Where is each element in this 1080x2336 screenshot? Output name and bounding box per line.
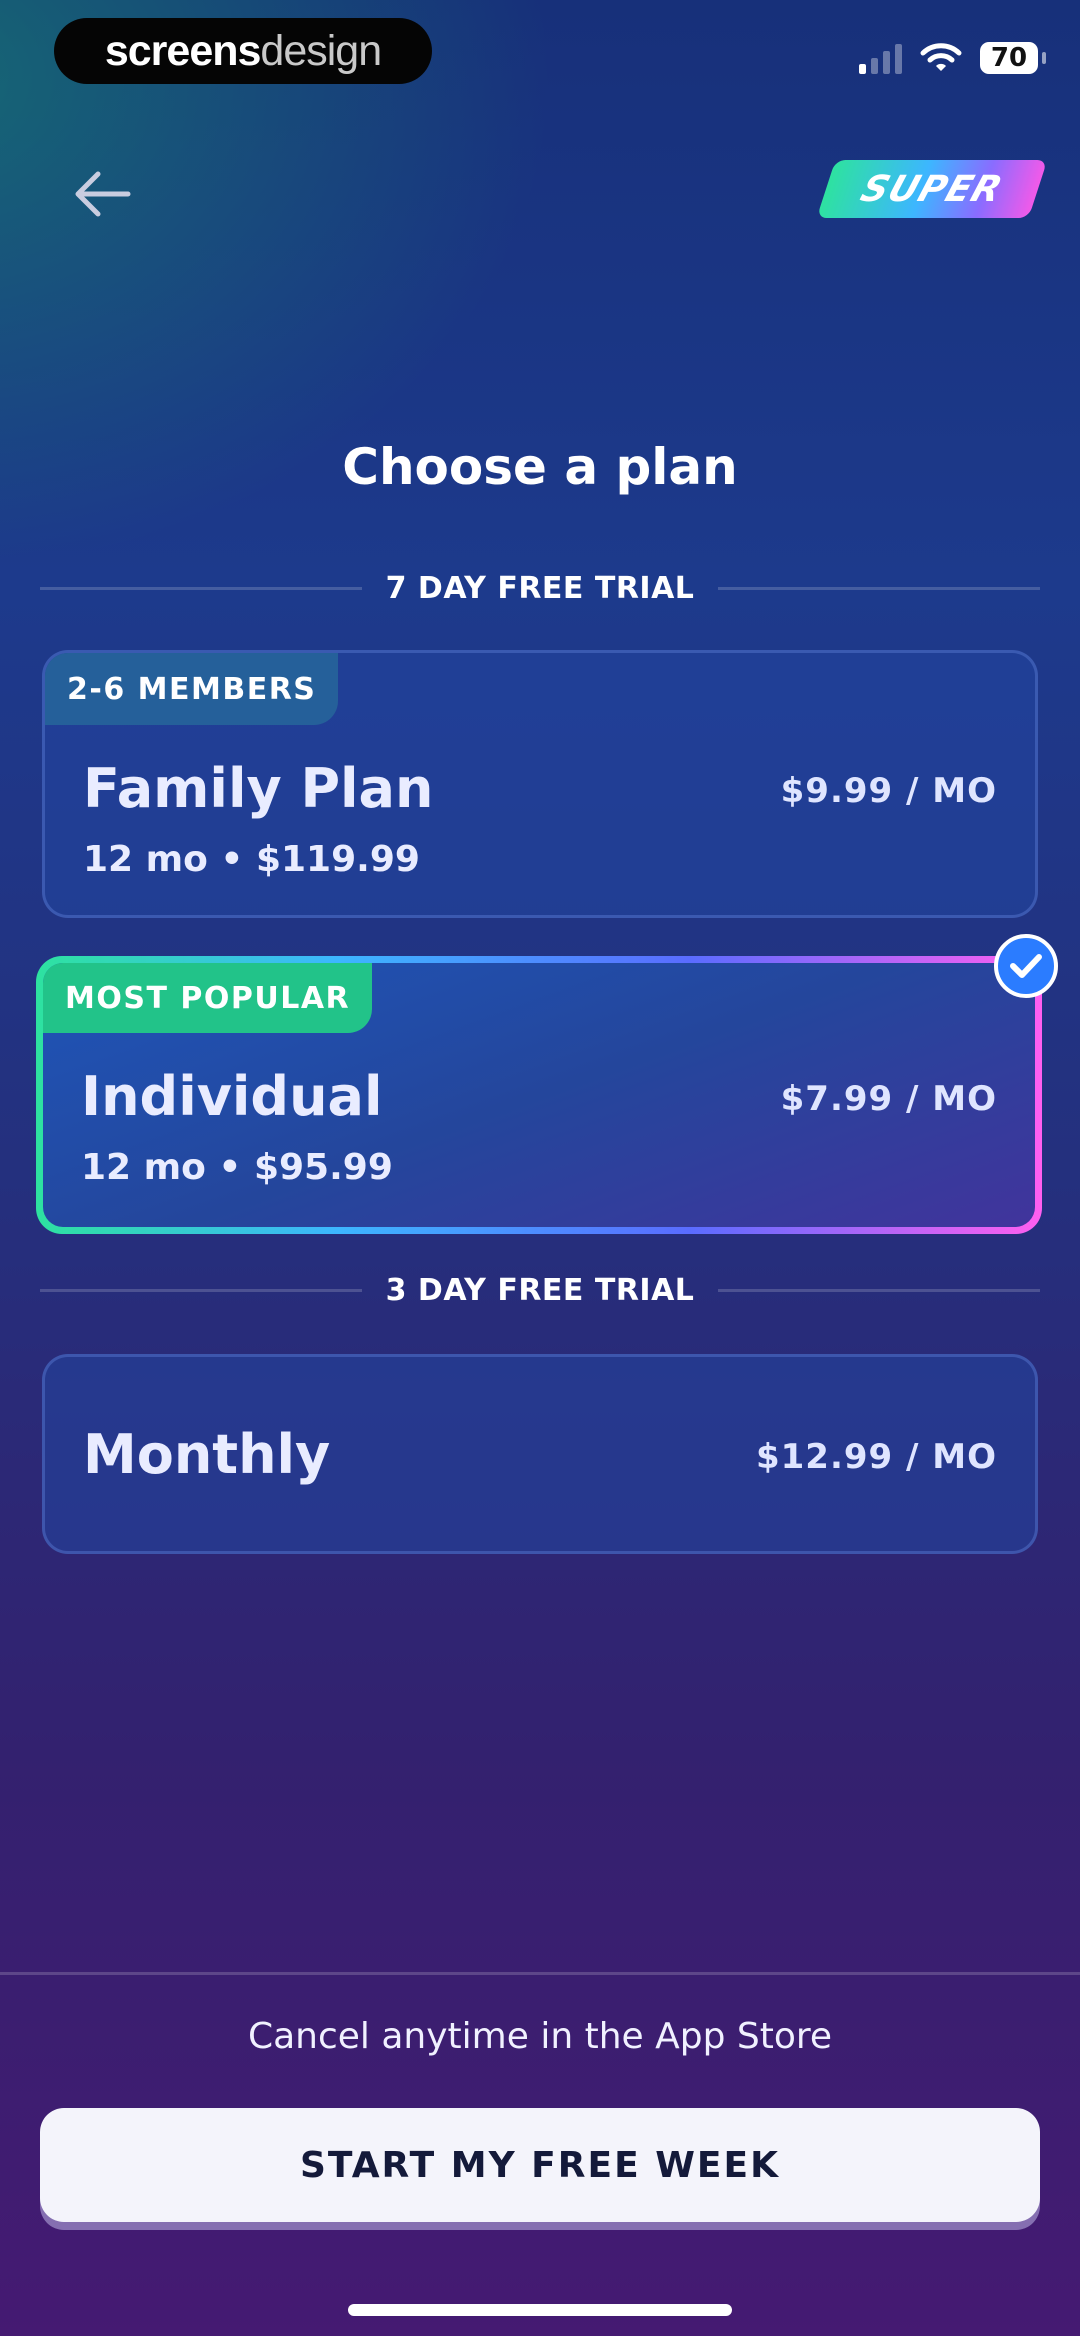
battery-icon: 70	[980, 42, 1046, 74]
plan-price: $7.99 / MO	[780, 1079, 997, 1119]
plan-price: $12.99 / MO	[755, 1437, 997, 1477]
super-badge: SUPER	[816, 160, 1048, 218]
plan-card-individual[interactable]: MOST POPULAR Individual 12 mo • $95.99 $…	[36, 956, 1042, 1234]
watermark-part2: design	[260, 26, 382, 75]
section-divider-3-day: 3 DAY FREE TRIAL	[40, 1268, 1041, 1312]
plan-price: $9.99 / MO	[780, 771, 997, 811]
section-label: 7 DAY FREE TRIAL	[385, 570, 695, 606]
plan-card-family[interactable]: 2-6 MEMBERS Family Plan 12 mo • $119.99 …	[42, 650, 1038, 918]
watermark-part1: screens	[104, 26, 262, 75]
home-indicator[interactable]	[348, 2304, 732, 2316]
plan-tag: MOST POPULAR	[43, 963, 373, 1033]
plan-detail: 12 mo • $95.99	[81, 1147, 393, 1188]
plan-tag: 2-6 MEMBERS	[45, 653, 339, 725]
plan-name: Monthly	[83, 1423, 331, 1486]
footer-divider	[0, 1972, 1080, 1975]
back-arrow-icon[interactable]	[70, 162, 134, 226]
status-bar: 70	[859, 38, 1046, 78]
page-title: Choose a plan	[342, 438, 738, 496]
signal-icon	[859, 42, 902, 74]
plan-card-monthly[interactable]: Monthly $12.99 / MO	[42, 1354, 1038, 1554]
super-badge-label: SUPER	[855, 168, 1009, 210]
selected-check	[994, 934, 1058, 998]
battery-level: 70	[990, 43, 1028, 73]
wifi-icon	[920, 43, 962, 71]
checkmark-icon	[1010, 954, 1042, 978]
plan-name: Family Plan	[83, 757, 434, 820]
cancel-note: Cancel anytime in the App Store	[247, 2016, 833, 2057]
screensdesign-watermark: screens design	[54, 18, 432, 84]
start-free-week-button[interactable]: START MY FREE WEEK	[40, 2108, 1040, 2222]
section-divider-7-day: 7 DAY FREE TRIAL	[40, 566, 1041, 610]
plan-detail: 12 mo • $119.99	[83, 839, 420, 880]
section-label: 3 DAY FREE TRIAL	[385, 1272, 695, 1308]
plan-name: Individual	[81, 1065, 383, 1128]
